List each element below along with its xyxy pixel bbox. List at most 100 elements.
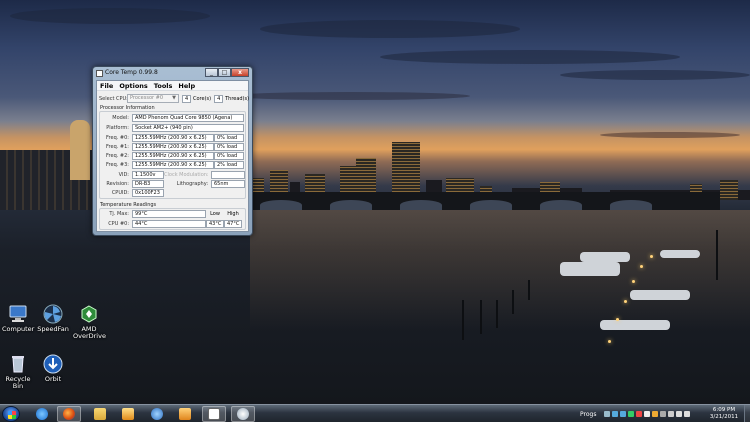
select-cpu-label: Select CPU: [99, 95, 128, 102]
window-title: Core Temp 0.99.8 [105, 69, 158, 76]
taskbar-paint[interactable] [231, 406, 255, 422]
clock-modulation-value [211, 171, 245, 179]
tj-max-value: 99°C [132, 210, 206, 218]
menu-tools[interactable]: Tools [154, 81, 173, 90]
desktop-icon-label: AMD OverDrive [73, 325, 106, 340]
taskbar-internet-explorer[interactable] [30, 406, 54, 422]
freq-1-value: 1255.59MHz (200.90 x 6.25) [132, 143, 214, 151]
tray-app-icon[interactable] [612, 411, 619, 417]
desktop-icon-label: Orbit [44, 375, 62, 383]
desktop-icon-speedfan[interactable]: SpeedFan [37, 304, 69, 333]
model-label: Model: [112, 115, 129, 121]
desktop-icon-recycle-bin[interactable]: Recycle Bin [2, 354, 34, 390]
select-cpu-dropdown[interactable]: Processor #0 ▼ [127, 94, 179, 103]
taskbar-firefox[interactable] [57, 406, 81, 422]
platform-label: Platform: [106, 125, 129, 131]
tray-app-icon[interactable] [644, 411, 651, 417]
desktop-icon-orbit[interactable]: Orbit [37, 354, 69, 383]
tray-expand-icon[interactable] [604, 411, 611, 417]
cores-label: Core(s) [193, 95, 212, 102]
menu-options[interactable]: Options [119, 81, 147, 90]
taskbar-core-temp[interactable] [202, 406, 226, 422]
cpuid-label: CPUID: [111, 190, 129, 196]
tray-app-icon[interactable] [628, 411, 635, 417]
core-temp-app-icon [96, 70, 103, 77]
lithography-label: Lithography: [176, 181, 208, 187]
flag-icon[interactable] [676, 411, 683, 417]
taskbar-media-player[interactable] [116, 406, 140, 422]
freq-3-label: Freq. #3: [106, 162, 129, 168]
cpu0-temp: 44°C [132, 220, 206, 228]
select-cpu-value: Processor #0 [130, 95, 164, 101]
orbit-icon [43, 354, 63, 374]
freq-2-load: 0% load [214, 152, 244, 160]
tray-app-icon[interactable] [660, 411, 667, 417]
chevron-down-icon: ▼ [172, 95, 176, 101]
media-player-icon [122, 408, 134, 420]
core-temp-icon [208, 408, 220, 420]
recycle-bin-icon [8, 354, 28, 374]
vid-label: VID: [118, 172, 129, 178]
menu-help[interactable]: Help [178, 81, 195, 90]
minimize-button[interactable]: _ [205, 68, 218, 77]
internet-explorer-icon [36, 408, 48, 420]
outlook-icon [179, 408, 191, 420]
title-bar[interactable]: Core Temp 0.99.8 _ □ x [93, 67, 252, 80]
window-client-area: File Options Tools Help Select CPU: Proc… [96, 80, 249, 232]
desktop-icon-label: Recycle Bin [5, 375, 31, 390]
freq-0-label: Freq. #0: [106, 135, 129, 141]
system-tray: Progs [580, 406, 691, 422]
speedfan-icon [43, 304, 63, 324]
revision-value: DR-B3 [132, 180, 164, 188]
desktop-icon-label: Computer [2, 325, 35, 333]
cpu0-label: CPU #0: [108, 221, 129, 227]
amd-overdrive-icon [79, 304, 99, 324]
computer-icon [8, 304, 28, 324]
network-icon[interactable] [668, 411, 675, 417]
close-button[interactable]: x [231, 68, 249, 77]
threads-count: 4 [214, 94, 224, 103]
start-button[interactable] [2, 406, 20, 422]
tray-toolbar-label[interactable]: Progs [580, 411, 596, 418]
maximize-button[interactable]: □ [218, 68, 231, 77]
firefox-icon [63, 408, 75, 420]
folder-icon [94, 408, 106, 420]
show-desktop-button[interactable] [744, 405, 750, 422]
freq-1-label: Freq. #1: [106, 144, 129, 150]
windows-logo-icon [8, 411, 16, 419]
clock-time: 6:09 PM [712, 407, 736, 413]
desktop-icon-computer[interactable]: Computer [2, 304, 34, 333]
taskbar: Progs 6:09 PM 3/21/2011 [0, 404, 750, 422]
platform-value: Socket AM2+ (940 pin) [132, 124, 244, 132]
high-label: High [227, 211, 239, 217]
threads-label: Thread(s) [225, 95, 250, 102]
desktop-icon-amd-overdrive[interactable]: AMD OverDrive [73, 304, 106, 340]
taskbar-outlook[interactable] [173, 406, 197, 422]
freq-1-load: 0% load [214, 143, 244, 151]
freq-0-load: 0% load [214, 134, 244, 142]
cpu0-high: 47°C [224, 220, 242, 228]
cores-count: 4 [182, 94, 191, 103]
menu-file[interactable]: File [100, 81, 113, 90]
tray-app-icon[interactable] [620, 411, 627, 417]
taskbar-explorer[interactable] [88, 406, 112, 422]
clock-date: 3/21/2011 [709, 414, 739, 420]
freq-3-value: 1255.59MHz (200.90 x 6.25) [132, 161, 214, 169]
itunes-icon [151, 408, 163, 420]
desktop-icon-label: SpeedFan [37, 325, 69, 333]
revision-label: Revision: [106, 181, 129, 187]
low-label: Low [210, 211, 220, 217]
tj-max-label: Tj. Max: [109, 211, 129, 217]
clock[interactable]: 6:09 PM 3/21/2011 [707, 407, 741, 421]
tray-app-icon[interactable] [652, 411, 659, 417]
core-temp-window[interactable]: Core Temp 0.99.8 _ □ x File Options Tool… [92, 66, 253, 236]
tray-app-icon[interactable] [636, 411, 643, 417]
volume-icon[interactable] [684, 411, 691, 417]
clock-modulation-label: Clock Modulation: [164, 172, 209, 178]
lithography-value: 65nm [211, 180, 245, 188]
cpu0-low: 43°C [206, 220, 224, 228]
menu-bar: File Options Tools Help [97, 81, 248, 91]
taskbar-itunes[interactable] [145, 406, 169, 422]
cpuid-value: 0x100F23 [132, 189, 164, 197]
model-value: AMD Phenom Quad Core 9850 (Agena) [132, 114, 244, 122]
